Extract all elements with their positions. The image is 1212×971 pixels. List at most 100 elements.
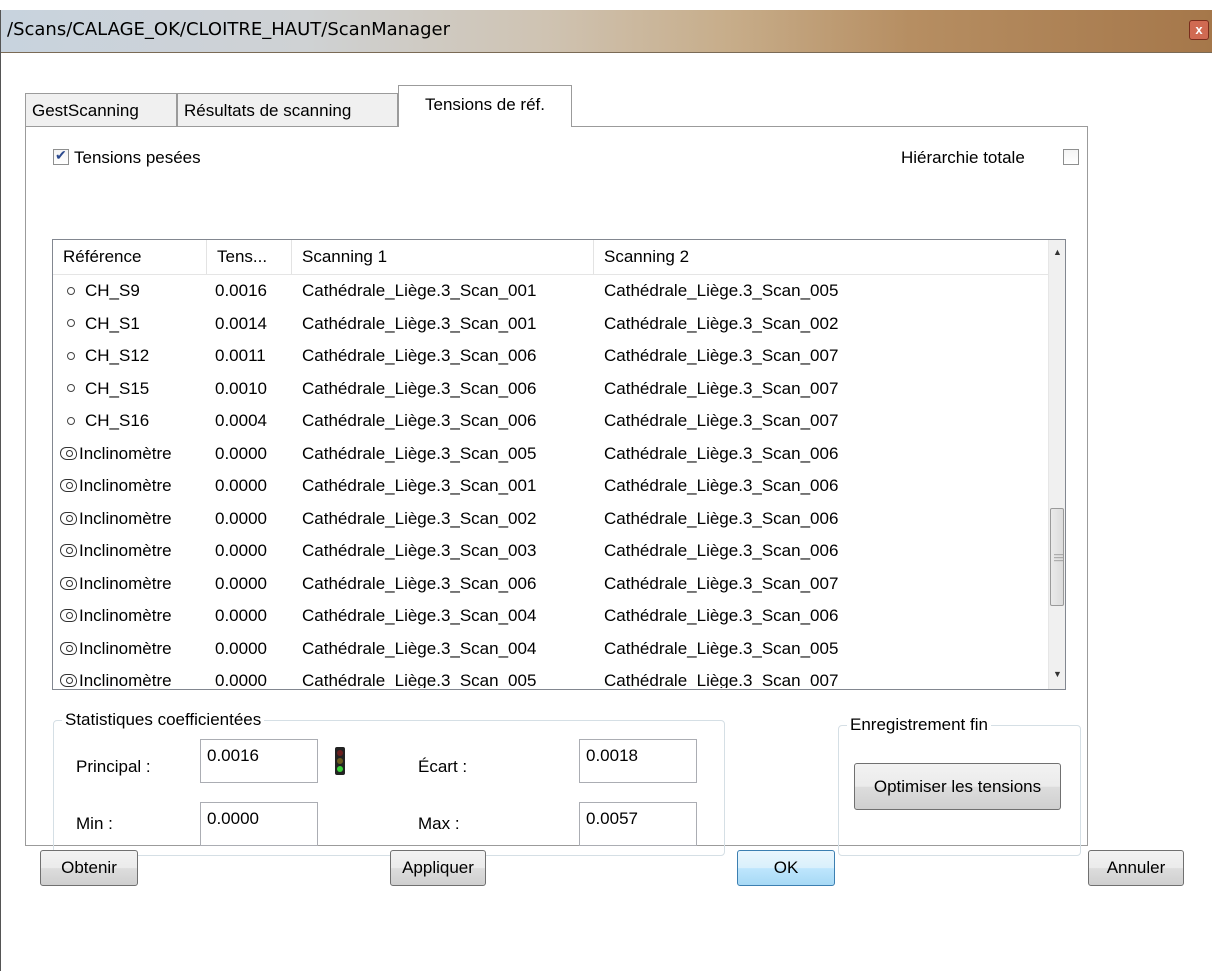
- column-reference[interactable]: Référence: [53, 240, 207, 274]
- target-dot-icon: [67, 351, 75, 360]
- min-field[interactable]: 0.0000: [200, 802, 318, 846]
- reference-name: Inclinomètre: [79, 508, 172, 528]
- window-title: /Scans/CALAGE_OK/CLOITRE_HAUT/ScanManage…: [7, 19, 450, 40]
- cell-tension: 0.0000: [215, 606, 267, 625]
- weighted-tensions-checkbox[interactable]: [53, 147, 69, 165]
- cell-reference: CH_S9: [53, 274, 140, 307]
- reference-name: CH_S15: [85, 378, 150, 398]
- ecart-field[interactable]: 0.0018: [579, 739, 697, 783]
- obtain-button[interactable]: Obtenir: [40, 850, 138, 886]
- cell-tension: 0.0010: [215, 378, 267, 398]
- cell-reference: CH_S12: [53, 339, 149, 372]
- cell-scanning-2: Cathédrale_Liège.3_Scan_007: [604, 573, 839, 593]
- tab-tensions-ref[interactable]: Tensions de réf.: [398, 85, 572, 127]
- table-row[interactable]: Inclinomètre 0.0000 Cathédrale_Liège.3_Sca…: [53, 469, 1048, 502]
- cell-tension: 0.0011: [215, 346, 266, 365]
- cell-tension: 0.0000: [215, 443, 267, 463]
- tab-panel-tensions: Tensions pesées Hiérarchie totale Référe…: [25, 126, 1088, 856]
- reference-name: Inclinomètre: [79, 476, 172, 495]
- reference-name: Inclinomètre: [79, 638, 172, 658]
- cell-tension: 0.0004: [215, 411, 267, 430]
- table-row[interactable]: CH_S1 0.0014 Cathédrale_Liège.3_Scan_001 Ca…: [53, 307, 1048, 340]
- ok-button[interactable]: OK: [737, 850, 835, 886]
- cancel-button[interactable]: Annuler: [1088, 850, 1184, 886]
- reference-name: Inclinomètre: [79, 541, 172, 560]
- cell-reference: Inclinomètre: [53, 437, 172, 470]
- table-row[interactable]: CH_S15 0.0010 Cathédrale_Liège.3_Scan_006 C…: [53, 372, 1048, 405]
- target-dot-icon: [67, 416, 75, 425]
- cell-scanning-2: Cathédrale_Liège.3_Scan_006: [604, 508, 839, 528]
- principal-label: Principal :: [76, 757, 151, 776]
- column-tension[interactable]: Tens...: [207, 240, 292, 274]
- weighted-tensions-label: Tensions pesées: [74, 148, 201, 167]
- cell-tension: 0.0000: [215, 508, 267, 528]
- total-hierarchy-checkbox[interactable]: [1063, 149, 1079, 165]
- column-scanning-2[interactable]: Scanning 2: [594, 240, 1048, 274]
- cell-scanning-2: Cathédrale_Liège.3_Scan_007: [604, 671, 839, 688]
- cell-scanning-2: Cathédrale_Liège.3_Scan_005: [604, 638, 839, 658]
- cell-scanning-1: Cathédrale_Liège.3_Scan_006: [302, 411, 537, 430]
- reference-name: Inclinomètre: [79, 573, 172, 593]
- reference-name: CH_S16: [85, 411, 150, 430]
- table-row[interactable]: Inclinomètre 0.0000 Cathédrale_Liège.3_Sca…: [53, 567, 1048, 600]
- apply-button[interactable]: Appliquer: [390, 850, 486, 886]
- fine-registration-title: Enregistrement fin: [847, 715, 991, 735]
- table-row[interactable]: Inclinomètre 0.0000 Cathédrale_Liège.3_Sca…: [53, 437, 1048, 470]
- table-row[interactable]: CH_S12 0.0011 Cathédrale_Liège.3_Scan_006 C…: [53, 339, 1048, 372]
- reference-tensions-table[interactable]: Référence Tens... Scanning 1 Scanning 2 …: [52, 239, 1066, 690]
- cell-scanning-1: Cathédrale_Liège.3_Scan_005: [302, 671, 537, 688]
- inclinometer-icon: [60, 641, 77, 655]
- cell-reference: CH_S1: [53, 307, 140, 340]
- ecart-label: Écart :: [418, 757, 468, 776]
- table-header: Référence Tens... Scanning 1 Scanning 2: [53, 240, 1048, 275]
- cell-tension: 0.0016: [215, 281, 267, 300]
- table-vertical-scrollbar[interactable]: ▲ — — — ▼: [1048, 240, 1065, 689]
- total-hierarchy-label: Hiérarchie totale: [901, 148, 1025, 167]
- min-label: Min :: [76, 814, 113, 833]
- table-row[interactable]: Inclinomètre 0.0000 Cathédrale_Liège.3_Sca…: [53, 632, 1048, 665]
- table-row[interactable]: Inclinomètre 0.0000 Cathédrale_Liège.3_Sca…: [53, 502, 1048, 535]
- table-row[interactable]: CH_S16 0.0004 Cathédrale_Liège.3_Scan_006 C…: [53, 404, 1048, 437]
- table-row[interactable]: Inclinomètre 0.0000 Cathédrale_Liège.3_Sca…: [53, 599, 1048, 632]
- reference-name: Inclinomètre: [79, 671, 172, 688]
- cell-scanning-2: Cathédrale_Liège.3_Scan_006: [604, 476, 839, 495]
- cell-scanning-1: Cathédrale_Liège.3_Scan_004: [302, 606, 537, 625]
- cell-scanning-2: Cathédrale_Liège.3_Scan_006: [604, 443, 839, 463]
- table-row[interactable]: Inclinomètre 0.0000 Cathédrale_Liège.3_Sca…: [53, 534, 1048, 567]
- cell-reference: Inclinomètre: [53, 664, 172, 688]
- dialog-body: GestScanning Résultats de scanning Tensi…: [1, 53, 1212, 971]
- reference-name: CH_S1: [85, 313, 140, 333]
- inclinometer-icon: [60, 511, 77, 525]
- tab-resultats-scanning[interactable]: Résultats de scanning: [177, 93, 398, 126]
- target-dot-icon: [67, 319, 75, 327]
- cell-scanning-2: Cathédrale_Liège.3_Scan_007: [604, 411, 839, 430]
- reference-name: CH_S12: [85, 346, 150, 365]
- inclinometer-icon: [60, 479, 77, 492]
- target-dot-icon: [67, 286, 75, 295]
- scrollbar-thumb[interactable]: — — —: [1050, 508, 1064, 606]
- table-row[interactable]: CH_S9 0.0016 Cathédrale_Liège.3_Scan_001 Ca…: [53, 274, 1048, 307]
- cell-reference: Inclinomètre: [53, 632, 172, 665]
- table-row[interactable]: Inclinomètre 0.0000 Cathédrale_Liège.3_Sca…: [53, 664, 1048, 688]
- cell-tension: 0.0000: [215, 671, 267, 688]
- optimize-tensions-button[interactable]: Optimiser les tensions: [854, 763, 1061, 810]
- scroll-down-arrow-icon[interactable]: ▼: [1049, 666, 1065, 683]
- cell-scanning-2: Cathédrale_Liège.3_Scan_002: [604, 313, 839, 333]
- cell-scanning-1: Cathédrale_Liège.3_Scan_001: [302, 476, 537, 495]
- cell-reference: CH_S16: [53, 404, 149, 437]
- max-field[interactable]: 0.0057: [579, 802, 697, 846]
- column-scanning-1[interactable]: Scanning 1: [292, 240, 594, 274]
- cell-tension: 0.0000: [215, 638, 267, 658]
- title-bar[interactable]: /Scans/CALAGE_OK/CLOITRE_HAUT/ScanManage…: [1, 10, 1212, 53]
- cell-scanning-1: Cathédrale_Liège.3_Scan_001: [302, 313, 537, 333]
- cell-scanning-2: Cathédrale_Liège.3_Scan_005: [604, 281, 839, 300]
- cell-reference: Inclinomètre: [53, 534, 172, 567]
- scan-manager-window: /Scans/CALAGE_OK/CLOITRE_HAUT/ScanManage…: [0, 10, 1212, 971]
- principal-field[interactable]: 0.0016: [200, 739, 318, 783]
- close-icon[interactable]: x: [1189, 20, 1209, 40]
- cell-reference: Inclinomètre: [53, 567, 172, 600]
- inclinometer-icon: [60, 446, 77, 460]
- tab-gestscanning[interactable]: GestScanning: [25, 93, 177, 126]
- cell-scanning-1: Cathédrale_Liège.3_Scan_006: [302, 346, 537, 365]
- scroll-up-arrow-icon[interactable]: ▲: [1049, 244, 1065, 261]
